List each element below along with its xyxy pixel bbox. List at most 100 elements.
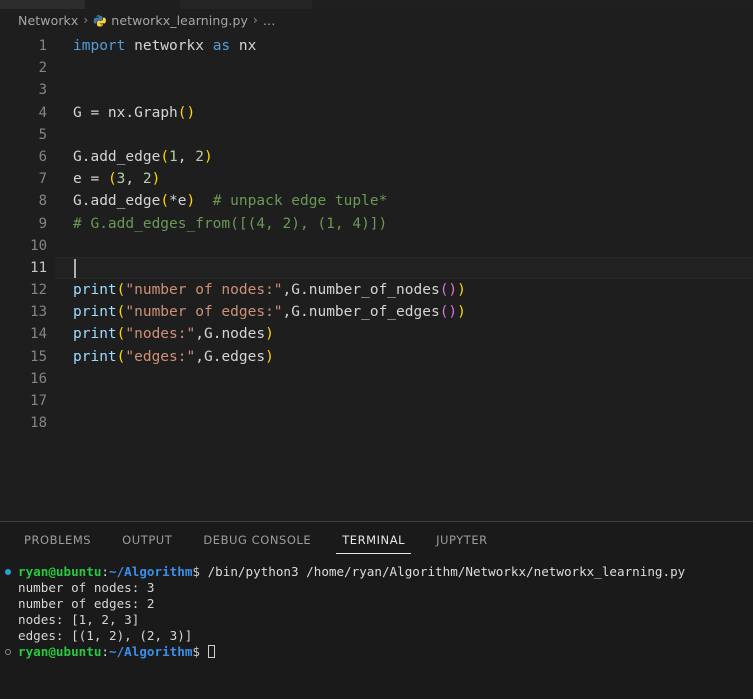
code-token: "number of edges:" [125,304,283,321]
line-number: 16 [30,370,47,387]
code-token: as [212,38,231,54]
line-number: 10 [30,237,47,254]
terminal-command: /bin/python3 /home/ryan/Algorithm/Networ… [200,564,686,579]
code-token: G [73,104,91,121]
code-line[interactable]: 17 [0,390,753,412]
code-line[interactable]: 18 [0,412,753,434]
code-token: add_edge [90,193,161,210]
code-text: print("number of nodes:",G.number_of_nod… [73,279,466,301]
code-line[interactable]: 8 G.add_edge(*e) # unpack edge tuple* [0,190,753,212]
breadcrumb-folder[interactable]: Networkx [18,13,78,28]
code-text: e = (3, 2) [73,168,160,190]
code-line[interactable]: 12 print("number of nodes:",G.number_of_n… [0,279,753,301]
code-line[interactable]: 10 [0,235,753,257]
code-line[interactable]: 5 [0,124,753,146]
code-token: , [282,304,292,321]
code-text: print("edges:",G.edges) [73,346,274,368]
code-token: ( [160,193,170,210]
panel-tab-terminal[interactable]: TERMINAL [332,522,415,557]
code-line[interactable]: 14 print("nodes:",G.nodes) [0,323,753,345]
prompt-marker-icon [5,649,11,655]
code-token: number_of_edges [308,304,440,321]
code-token: . [300,282,309,299]
breadcrumb-overflow[interactable]: … [263,13,277,28]
code-line[interactable]: 2 [0,57,753,79]
code-line[interactable]: 13 print("number of edges:",G.number_of_e… [0,301,753,323]
line-number: 12 [30,282,47,299]
panel-tab-label: OUTPUT [122,532,173,547]
code-text: print("nodes:",G.nodes) [73,323,274,345]
code-token: G [73,193,82,210]
python-logo-icon [93,14,107,27]
terminal-prompt-user: ryan@ubuntu [18,564,102,579]
line-number: 5 [38,126,47,143]
vscode-window: Networkx › networkx_learning.py › … 1 imp… [0,0,753,699]
editor-tab-empty-area-right [312,0,753,9]
code-token: G [291,304,300,321]
active-line-highlight [55,256,753,280]
panel-tab-jupyter[interactable]: JUPYTER [426,522,498,557]
code-line[interactable]: 4 G = nx.Graph() [0,102,753,124]
code-line[interactable]: 1 import networkx as nx [0,35,753,57]
terminal-prompt-colon: : [101,564,109,579]
code-line[interactable]: 9 # G.add_edges_from([(4, 2), (1, 4)]) [0,213,753,235]
code-token: Graph [134,104,178,121]
breadcrumb-separator-2: › [253,13,258,27]
code-token: = [90,171,100,188]
code-text: # G.add_edges_from([(4, 2), (1, 4)]) [73,213,387,235]
terminal-prompt-line: ryan@ubuntu:~/Algorithm$ /bin/python3 /h… [0,564,753,580]
code-token: ) [151,171,161,188]
editor-tab-inactive[interactable] [0,0,85,9]
code-text: G.add_edge(1, 2) [73,146,213,168]
terminal-output-line: number of nodes: 3 [18,580,155,595]
code-token: , [125,171,143,188]
terminal-prompt-line: ryan@ubuntu:~/Algorithm$ [0,644,753,660]
terminal-output-line: number of edges: 2 [18,596,155,611]
code-editor[interactable]: 1 import networkx as nx 2 3 4 G = nx.Graph() 5… [0,31,753,521]
code-token: ) [203,148,213,165]
panel-tab-bar: PROBLEMS OUTPUT DEBUG CONSOLE TERMINAL JUPYT… [0,522,753,557]
code-token: # G.add_edges_from([(4, 2), (1, 4)]) [73,215,388,232]
panel-tab-output[interactable]: OUTPUT [112,522,182,557]
terminal-prompt-path: ~/Algorithm [109,644,193,659]
code-line[interactable]: 6 G.add_edge(1, 2) [0,146,753,168]
code-token: "edges:" [125,348,196,365]
terminal-prompt-user: ryan@ubuntu [18,644,102,659]
code-token: () [439,282,458,299]
code-line[interactable]: 16 [0,368,753,390]
code-line[interactable]: 15 print("edges:",G.edges) [0,346,753,368]
terminal-output-line: edges: [(1, 2), (2, 3)] [18,628,193,643]
code-token: nx [230,38,257,54]
code-token: G [203,348,213,365]
code-token: print [73,326,117,343]
breadcrumb-file[interactable]: networkx_learning.py [111,13,248,28]
line-number: 11 [30,259,47,276]
panel-tab-problems[interactable]: PROBLEMS [14,522,101,557]
terminal-prompt-colon: : [101,644,109,659]
code-line[interactable]: 7 e = (3, 2) [0,168,753,190]
editor-tab-active[interactable] [85,0,180,9]
code-line[interactable]: 11 [0,256,753,280]
code-token: 2 [195,148,204,165]
code-token: . [300,304,309,321]
code-lines-container: 1 import networkx as nx 2 3 4 G = nx.Graph() 5… [0,31,753,434]
bottom-panel: PROBLEMS OUTPUT DEBUG CONSOLE TERMINAL JUPYT… [0,521,753,699]
panel-tab-label: JUPYTER [436,532,488,547]
line-number: 2 [38,60,47,77]
code-token: G [203,326,213,343]
code-token: . [125,104,135,121]
terminal-output[interactable]: ryan@ubuntu:~/Algorithm$ /bin/python3 /h… [0,557,753,699]
terminal-cursor [207,645,215,658]
terminal-prompt-symbol: $ [192,644,200,659]
code-line[interactable]: 3 [0,79,753,101]
panel-tab-label: PROBLEMS [24,532,92,547]
code-token: ) [457,304,466,321]
code-text: print("number of edges:",G.number_of_edg… [73,301,466,323]
line-number: 4 [38,104,47,121]
panel-tab-debug-console[interactable]: DEBUG CONSOLE [193,522,321,557]
code-token: G [73,148,82,165]
line-number: 17 [30,393,47,409]
code-token: networkx [125,38,213,54]
